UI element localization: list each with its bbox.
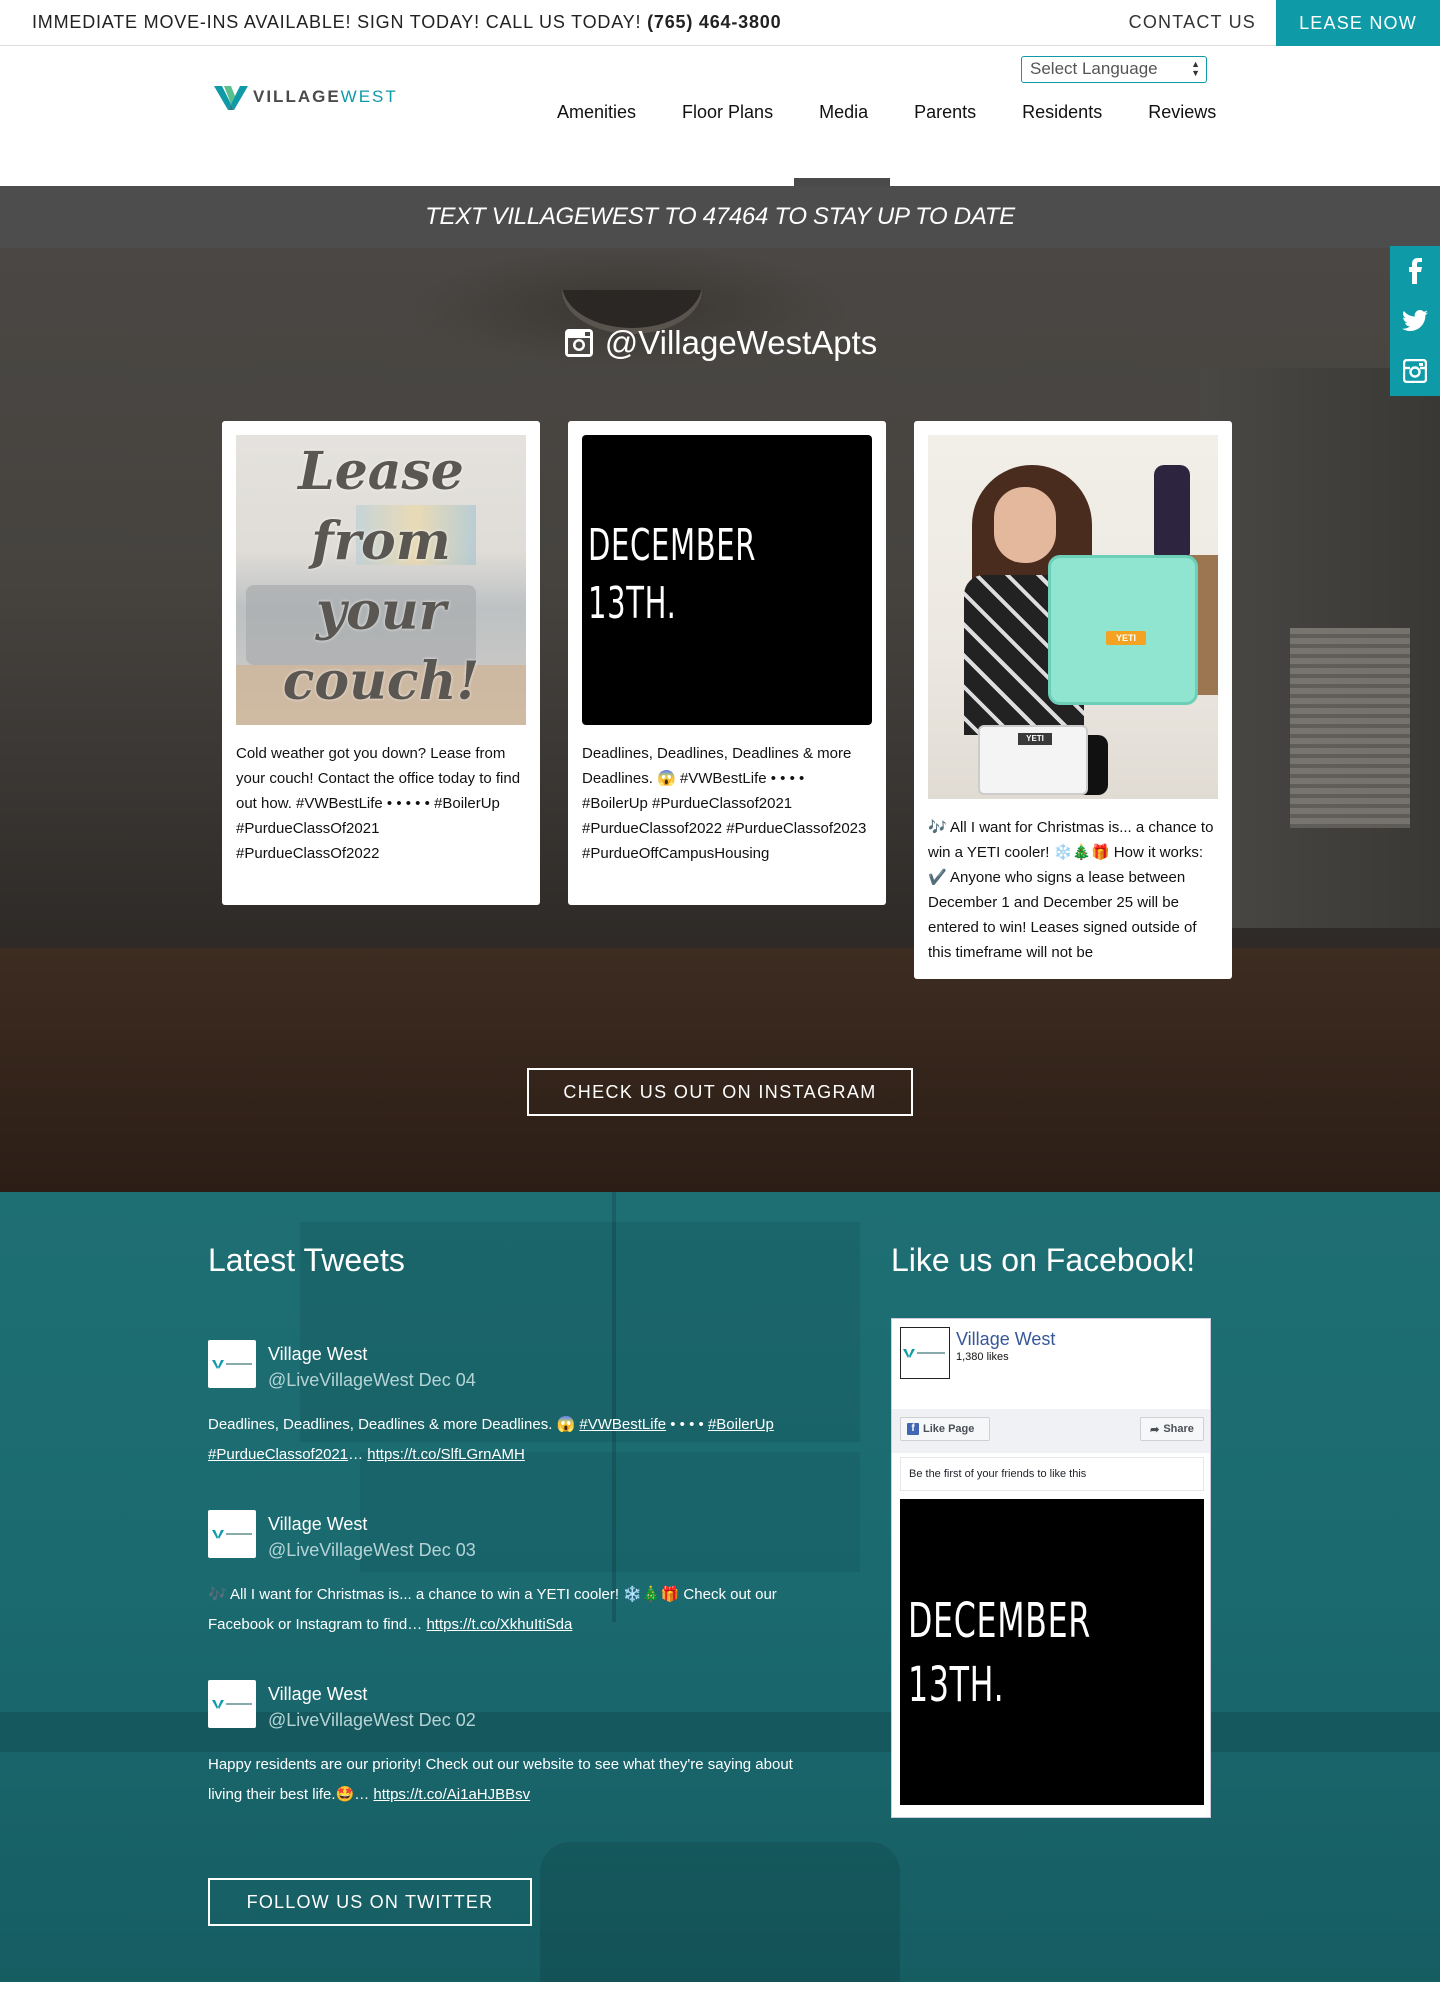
tweet-text: 🎶 All I want for Christmas is... a chanc…: [208, 1586, 777, 1633]
select-arrows-icon: ▲ ▼: [1191, 59, 1200, 78]
instagram-cta-button[interactable]: CHECK US OUT ON INSTAGRAM: [527, 1068, 913, 1116]
hashtag-link[interactable]: #PurdueClassof2021: [208, 1446, 348, 1463]
follow-twitter-button[interactable]: FOLLOW US ON TWITTER: [208, 1878, 532, 1926]
fb-page-name[interactable]: Village West: [956, 1329, 1055, 1350]
move-in-announcement: IMMEDIATE MOVE-INS AVAILABLE! SIGN TODAY…: [32, 12, 782, 32]
tweet-url-link[interactable]: https://t.co/SlfLGrnAMH: [367, 1446, 525, 1463]
village-west-logo-icon: [903, 1349, 945, 1358]
december-image-text: DECEMBER 13TH.: [908, 1593, 1091, 1713]
fb-page-avatar[interactable]: [900, 1327, 950, 1379]
tweet-avatar[interactable]: [208, 1510, 256, 1558]
social-rail: [1390, 246, 1440, 396]
tweet-url-link[interactable]: https://t.co/XkhuItiSda: [426, 1616, 572, 1633]
active-nav-indicator: [794, 178, 890, 186]
tweet-item: Village West @LiveVillageWest Dec 04 Dea…: [208, 1340, 828, 1470]
post-image-yeti-giveaway: YETI YETI: [928, 435, 1218, 799]
fb-friends-note: Be the first of your friends to like thi…: [900, 1457, 1204, 1491]
tweet-avatar[interactable]: [208, 1680, 256, 1728]
instagram-post-3[interactable]: YETI YETI 🎶 All I want for Christmas is.…: [914, 421, 1232, 979]
site-header: Select Language ▲ ▼ VILLAGEWEST Amenities…: [0, 46, 1440, 186]
social-feeds-section: Latest Tweets Like us on Facebook! Villa…: [0, 1192, 1440, 1982]
fb-share-button[interactable]: ➦ Share: [1140, 1417, 1204, 1441]
fb-post-image[interactable]: DECEMBER 13TH.: [900, 1499, 1204, 1805]
post-caption: 🎶 All I want for Christmas is... a chanc…: [928, 819, 1214, 961]
main-nav: Amenities Floor Plans Media Parents Resi…: [557, 102, 1216, 123]
contact-us-link[interactable]: CONTACT US: [1129, 12, 1256, 33]
background-window: [1290, 628, 1410, 828]
nav-parents[interactable]: Parents: [914, 102, 976, 123]
lease-now-button[interactable]: LEASE NOW: [1276, 0, 1440, 46]
facebook-page-widget: Village West 1,380 likes f Like Page ➦ Sha…: [891, 1318, 1211, 1818]
logo-mark-icon: [214, 86, 248, 110]
post-caption: Cold weather got you down? Lease from yo…: [236, 745, 521, 862]
post-caption: Deadlines, Deadlines, Deadlines & more D…: [582, 745, 867, 862]
instagram-post-1[interactable]: Lease from your couch! Cold weather got …: [222, 421, 540, 905]
tweet-avatar[interactable]: [208, 1340, 256, 1388]
instagram-section: @VillageWestApts Lease from your couch! …: [0, 248, 1440, 1192]
yeti-cooler: [1048, 555, 1198, 705]
yeti-logo-label: YETI: [1018, 733, 1052, 745]
fb-like-page-button[interactable]: f Like Page: [900, 1417, 990, 1441]
tweet-author-name[interactable]: Village West: [268, 1514, 367, 1535]
tweet-url-link[interactable]: https://t.co/Ai1aHJBBsv: [373, 1786, 530, 1803]
instagram-icon: [564, 329, 593, 357]
hashtag-link[interactable]: #BoilerUp: [708, 1416, 774, 1433]
instagram-icon[interactable]: [1390, 346, 1440, 396]
village-west-logo[interactable]: VILLAGEWEST: [214, 84, 398, 110]
twitter-icon[interactable]: [1390, 296, 1440, 346]
village-west-logo-icon: [212, 1360, 252, 1369]
fb-like-count: 1,380 likes: [956, 1351, 1009, 1363]
village-west-logo-icon: [212, 1700, 252, 1709]
couch-image-text: Lease from your couch!: [282, 441, 480, 712]
instagram-handle[interactable]: @VillageWestApts: [0, 324, 1440, 362]
tweet-handle-date[interactable]: @LiveVillageWest Dec 03: [268, 1540, 476, 1561]
facebook-icon: f: [907, 1423, 919, 1435]
footer-edge: [0, 1982, 1440, 2000]
tweet-author-name[interactable]: Village West: [268, 1684, 367, 1705]
instagram-post-2[interactable]: DECEMBER 13TH. Deadlines, Deadlines, Dea…: [568, 421, 886, 905]
text-alert-banner: TEXT VILLAGEWEST TO 47464 TO STAY UP TO …: [0, 186, 1440, 248]
nav-media[interactable]: Media: [819, 102, 868, 123]
tweet-item: Village West @LiveVillageWest Dec 03 🎶 A…: [208, 1510, 828, 1640]
hashtag-link[interactable]: #VWBestLife: [579, 1416, 666, 1433]
nav-floor-plans[interactable]: Floor Plans: [682, 102, 773, 123]
tweet-text: Deadlines, Deadlines, Deadlines & more D…: [208, 1416, 774, 1463]
nav-reviews[interactable]: Reviews: [1148, 102, 1216, 123]
village-west-logo-icon: [212, 1530, 252, 1539]
post-image-december: DECEMBER 13TH.: [582, 435, 872, 725]
share-arrow-icon: ➦: [1150, 1423, 1160, 1436]
post-image-couch: Lease from your couch!: [236, 435, 526, 725]
nav-residents[interactable]: Residents: [1022, 102, 1102, 123]
yeti-logo-label: YETI: [1106, 631, 1146, 645]
tweet-author-name[interactable]: Village West: [268, 1344, 367, 1365]
tweet-text: Happy residents are our priority! Check …: [208, 1756, 793, 1803]
facebook-heading: Like us on Facebook!: [891, 1242, 1196, 1278]
latest-tweets-heading: Latest Tweets: [208, 1242, 405, 1278]
top-bar: IMMEDIATE MOVE-INS AVAILABLE! SIGN TODAY…: [0, 0, 1440, 46]
fb-actions: f Like Page ➦ Share: [892, 1409, 1210, 1453]
tweet-item: Village West @LiveVillageWest Dec 02 Hap…: [208, 1680, 828, 1810]
tweet-handle-date[interactable]: @LiveVillageWest Dec 02: [268, 1710, 476, 1731]
tweet-handle-date[interactable]: @LiveVillageWest Dec 04: [268, 1370, 476, 1391]
december-image-text: DECEMBER 13TH.: [588, 520, 757, 629]
phone-number[interactable]: (765) 464-3800: [647, 12, 781, 32]
facebook-icon[interactable]: [1390, 246, 1440, 296]
language-select[interactable]: Select Language ▲ ▼: [1021, 56, 1207, 83]
nav-amenities[interactable]: Amenities: [557, 102, 636, 123]
